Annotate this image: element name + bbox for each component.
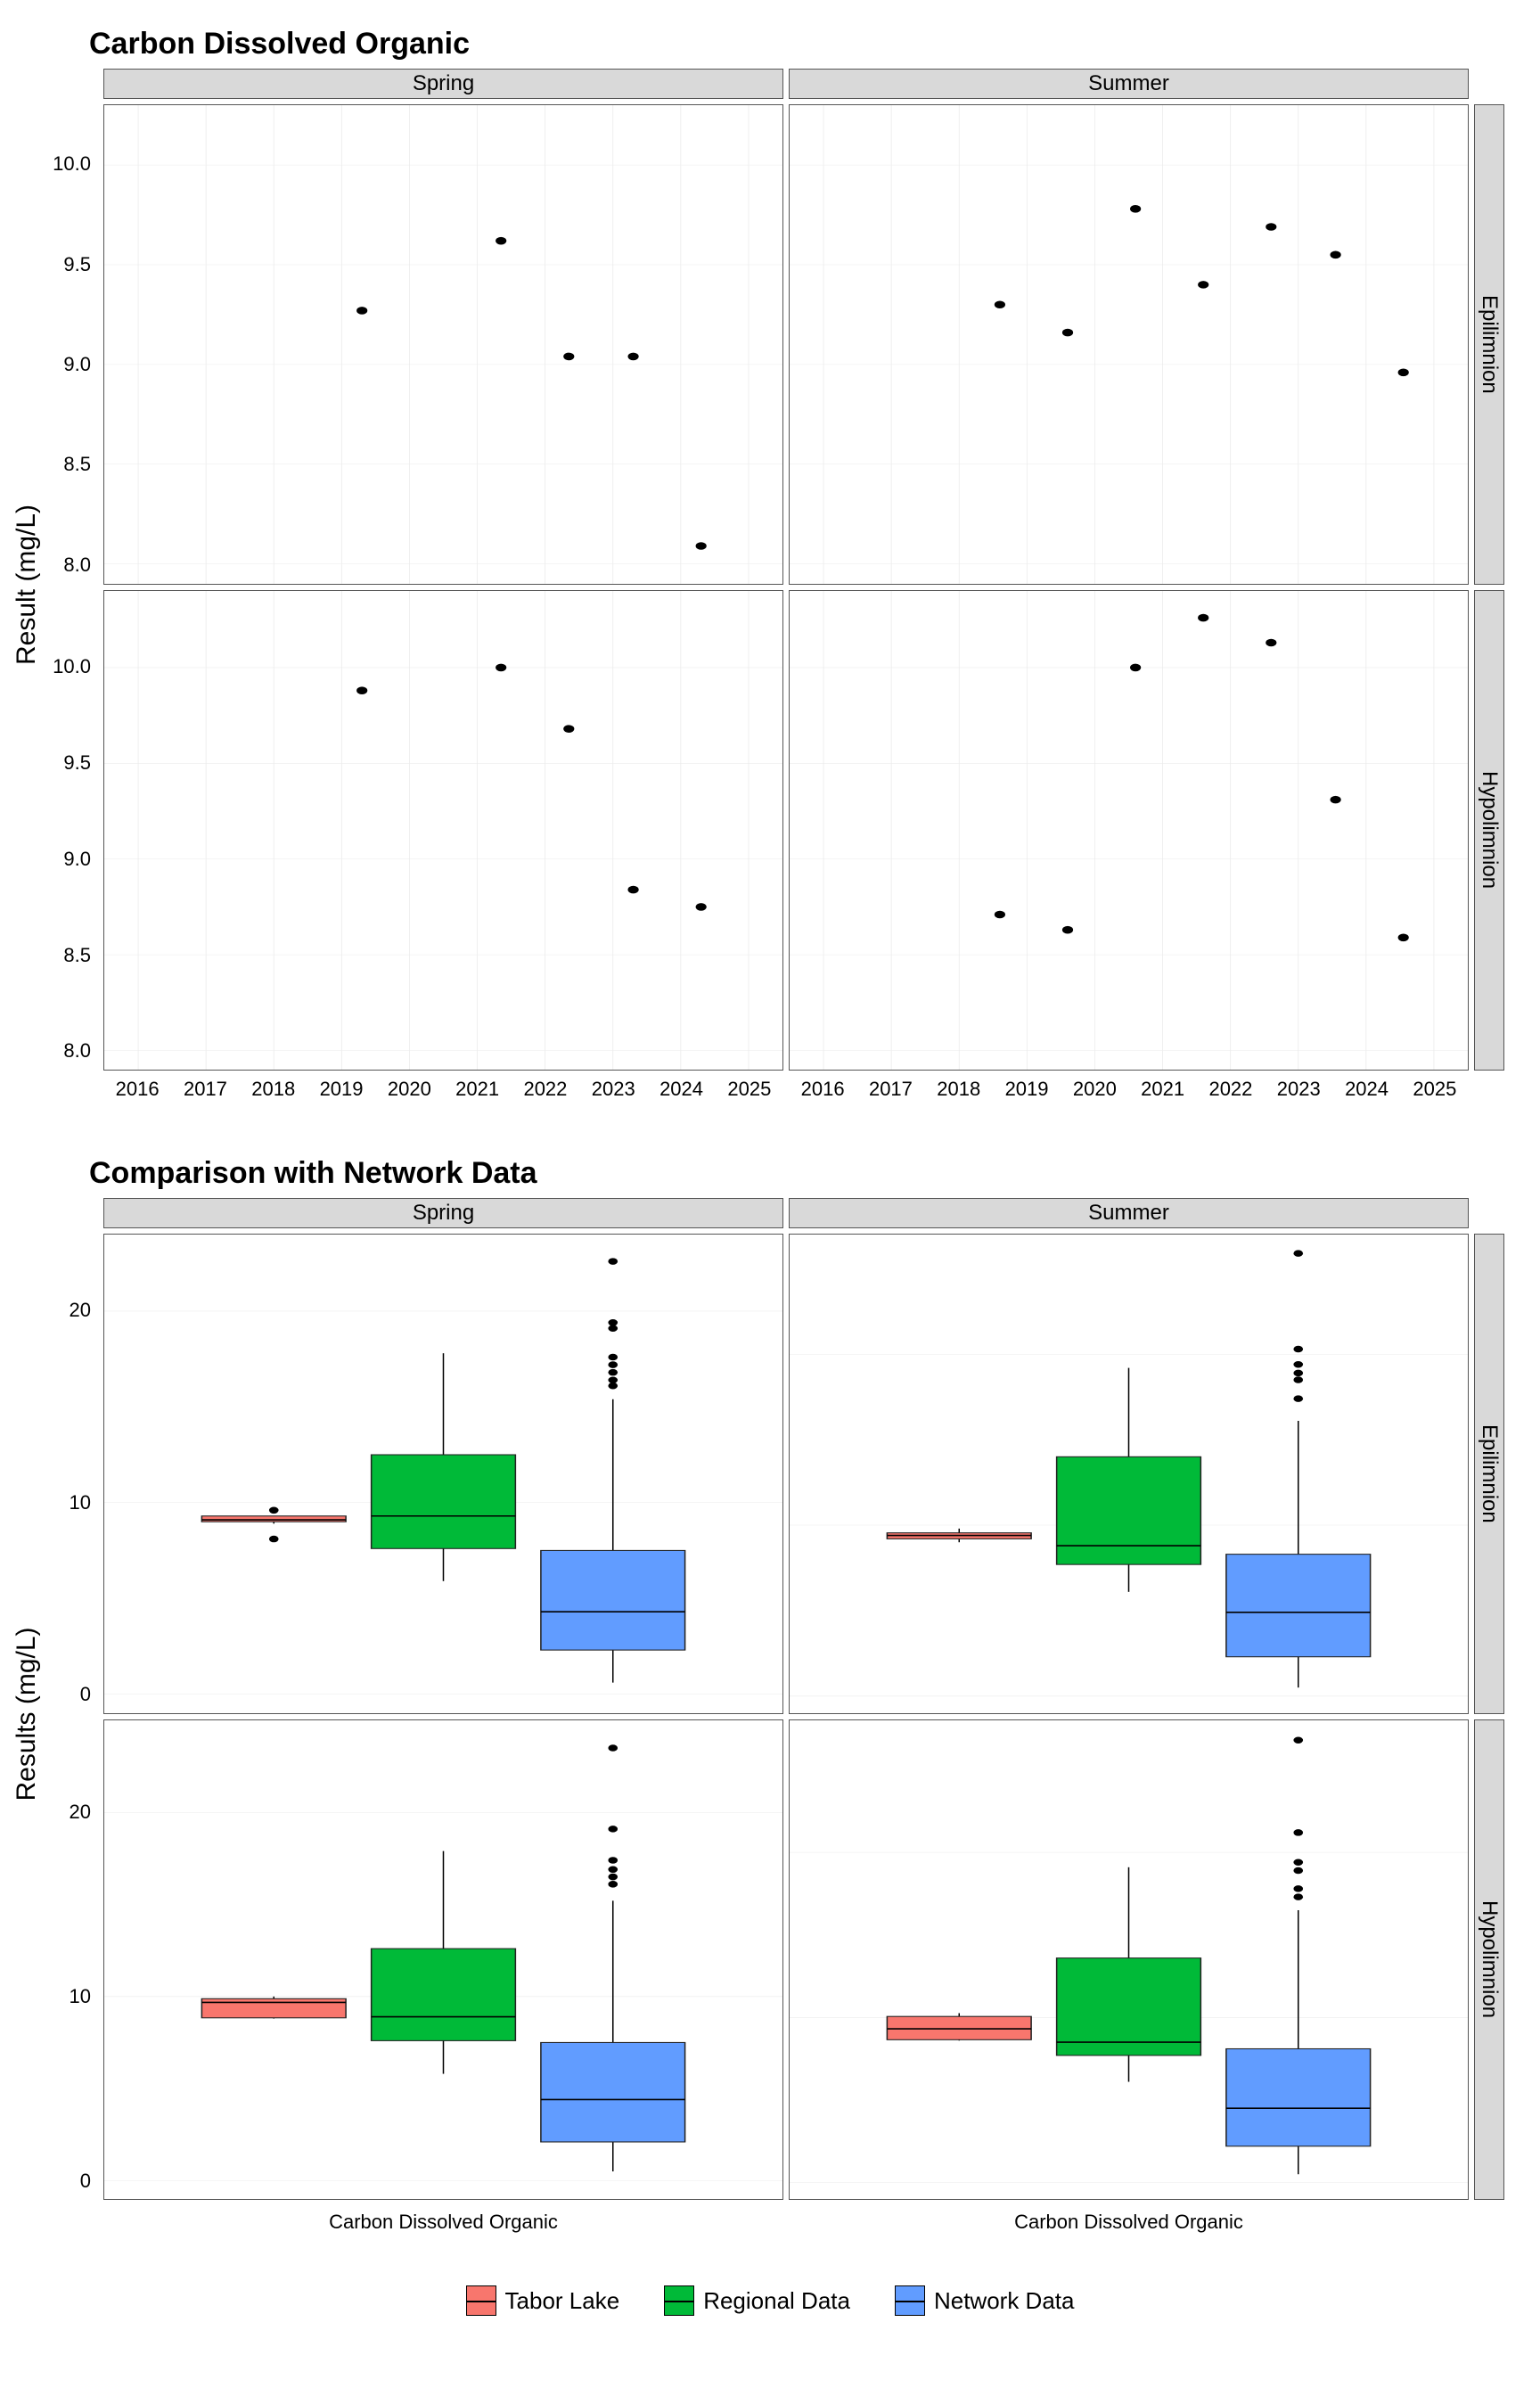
row-strip-epi-2: Epilimnion bbox=[1474, 1234, 1504, 1714]
x-axis: 2016201720182019202020212022202320242025 bbox=[789, 1076, 1469, 1120]
y-axis-label: Result (mg/L) bbox=[12, 505, 42, 665]
legend-item-tabor: Tabor Lake bbox=[466, 2285, 620, 2316]
panel-summer-epi bbox=[789, 104, 1469, 585]
box-summer-epi bbox=[789, 1234, 1469, 1714]
legend: Tabor Lake Regional Data Network Data bbox=[0, 2259, 1540, 2351]
x-axis: Carbon Dissolved Organic bbox=[103, 2205, 783, 2250]
legend-label: Tabor Lake bbox=[505, 2287, 620, 2315]
box-chart: Comparison with Network Data Spring Summ… bbox=[0, 1129, 1540, 2259]
col-strip-spring-2: Spring bbox=[103, 1198, 783, 1228]
row-strip-hypo: Hypolimnion bbox=[1474, 590, 1504, 1071]
box-spring-epi bbox=[103, 1234, 783, 1714]
col-strip-spring: Spring bbox=[103, 69, 783, 99]
x-axis: 2016201720182019202020212022202320242025 bbox=[103, 1076, 783, 1120]
panel-summer-hypo bbox=[789, 590, 1469, 1071]
row-strip-epi: Epilimnion bbox=[1474, 104, 1504, 585]
legend-label: Regional Data bbox=[703, 2287, 850, 2315]
box-summer-hypo bbox=[789, 1719, 1469, 2200]
y-axis: 01020 bbox=[53, 1719, 98, 2200]
legend-swatch bbox=[466, 2285, 496, 2316]
facet-grid-box: Spring Summer Results (mg/L) 01020 Epili… bbox=[53, 1198, 1504, 2250]
panel-spring-hypo bbox=[103, 590, 783, 1071]
box-spring-hypo bbox=[103, 1719, 783, 2200]
col-strip-summer: Summer bbox=[789, 69, 1469, 99]
scatter-chart: Carbon Dissolved Organic Spring Summer R… bbox=[0, 0, 1540, 1129]
chart-title-2: Comparison with Network Data bbox=[89, 1156, 1504, 1191]
chart-title-1: Carbon Dissolved Organic bbox=[89, 27, 1504, 62]
legend-swatch bbox=[664, 2285, 694, 2316]
col-strip-summer-2: Summer bbox=[789, 1198, 1469, 1228]
y-axis-label-2: Results (mg/L) bbox=[12, 1627, 42, 1801]
y-axis: 8.08.59.09.510.0 bbox=[53, 590, 98, 1071]
legend-item-regional: Regional Data bbox=[664, 2285, 850, 2316]
y-axis: Result (mg/L) 8.08.59.09.510.0 bbox=[53, 104, 98, 585]
y-axis: Results (mg/L) 01020 bbox=[53, 1234, 98, 1714]
legend-item-network: Network Data bbox=[895, 2285, 1075, 2316]
facet-grid-scatter: Spring Summer Result (mg/L) 8.08.59.09.5… bbox=[53, 69, 1504, 1120]
panel-spring-epi bbox=[103, 104, 783, 585]
legend-swatch bbox=[895, 2285, 925, 2316]
legend-label: Network Data bbox=[934, 2287, 1075, 2315]
row-strip-hypo-2: Hypolimnion bbox=[1474, 1719, 1504, 2200]
x-axis: Carbon Dissolved Organic bbox=[789, 2205, 1469, 2250]
